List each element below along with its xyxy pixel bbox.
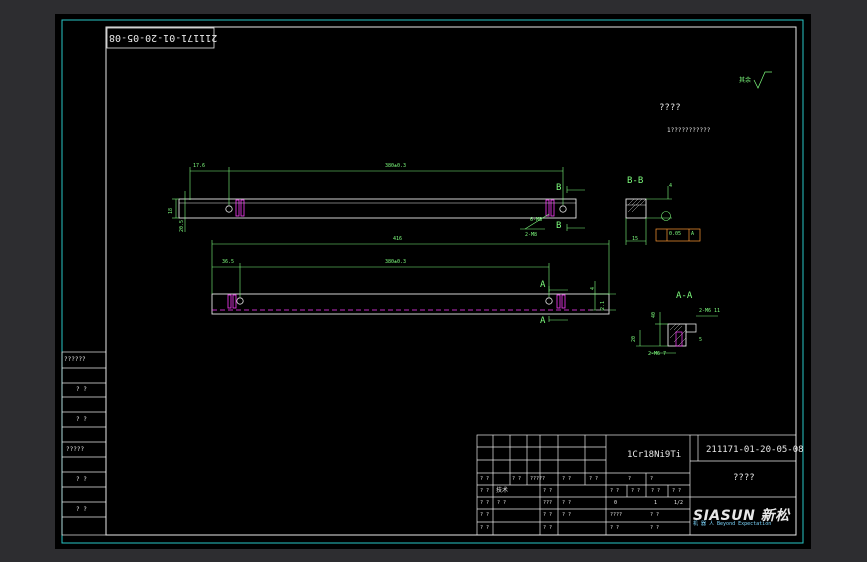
dim-height-1: 18 (168, 207, 174, 214)
tb-r1-c6: ? (628, 476, 632, 482)
roughness-label: 其余 (739, 77, 752, 84)
aa-dim-1: 2-M6 11 (699, 308, 721, 314)
dim-overall: 416 (393, 236, 403, 242)
tb-r1-c3: ????? (530, 476, 546, 482)
note-2: 1??????????? (667, 127, 711, 134)
tb-r3-c2: ? ? (497, 500, 507, 506)
tb-r1-c1: ? ? (480, 476, 490, 482)
aa-dim-4: 20 (631, 335, 637, 342)
section-aa-title: A-A (676, 291, 693, 301)
dim-top-length: 380±0.3 (385, 163, 407, 169)
tb-r1-c7: ? (650, 476, 654, 482)
tb-r4-c3: ? ? (562, 512, 572, 518)
tb-r5-c4: ? ? (650, 525, 660, 531)
tb-r5-c1: ? ? (480, 525, 490, 531)
tb-r4-c5: ? ? (650, 512, 660, 518)
aa-dim-5: 5 (699, 337, 703, 343)
dim-hole-2: 6-M8 (530, 217, 543, 223)
bb-dim-1: 4 (669, 183, 673, 189)
company-subtitle: 机 器 人 Beyond Expectation (693, 521, 772, 527)
tb-r1-c2: ? ? (512, 476, 522, 482)
left-col-4: ????? (66, 446, 85, 453)
section-a-bottom: A (540, 316, 546, 326)
part-name: ???? (733, 473, 755, 483)
material-text: 1Cr18Ni9Ti (627, 450, 682, 460)
tb-r1-c4: ? ? (562, 476, 572, 482)
section-b-bottom: B (556, 221, 562, 231)
section-b-top: B (556, 183, 562, 193)
aa-dim-3: 40 (651, 311, 657, 318)
tb-r3-c6: 1 (654, 500, 658, 506)
drawing-number: 211171-01-20-05-08 (706, 445, 804, 455)
aa-dim-2: 2-M6 7 (648, 351, 667, 357)
tb-r2-c6: ? ? (672, 488, 682, 494)
left-col-3: ? ? (76, 416, 87, 423)
tech-req-label: 技术 (496, 487, 509, 494)
tb-r4-c4: ???? (610, 512, 623, 518)
tb-r3-c4: ? ? (562, 500, 572, 506)
tb-r5-c2: ? ? (543, 525, 553, 531)
dim-left-bottom: 36.5 (222, 259, 235, 265)
bb-dim-2: 15 (632, 236, 639, 242)
dim-left-top: 17.6 (193, 163, 206, 169)
dim-right-bottom: 2.1 (600, 300, 606, 310)
tb-r4-c1: ? ? (480, 512, 490, 518)
tb-r3-c5: 0 (614, 500, 618, 506)
flipped-drawing-number: 211171-01-20-05-08 (109, 32, 218, 43)
tb-r3-c7: 1/2 (674, 500, 684, 506)
bb-datum: A (691, 231, 695, 237)
dim-height-2: 20.5 (179, 219, 185, 232)
tb-r2-c2: ? ? (543, 488, 553, 494)
tb-r4-c2: ? ? (543, 512, 553, 518)
tb-r5-c3: ? ? (610, 525, 620, 531)
tb-r3-c1: ? ? (480, 500, 490, 506)
left-col-1: ?????? (64, 356, 86, 363)
section-a-top: A (540, 280, 546, 290)
dim-right-small: 4 (590, 286, 596, 290)
left-col-2: ? ? (76, 386, 87, 393)
section-bb-title: B-B (627, 176, 644, 186)
tb-r2-c3: ? ? (610, 488, 620, 494)
tb-r1-c5: ? ? (589, 476, 599, 482)
tb-r2-c1: ? ? (480, 488, 490, 494)
tb-r2-c5: ? ? (651, 488, 661, 494)
tb-r2-c4: ? ? (631, 488, 641, 494)
dim-hole-1: 2-M8 (525, 232, 538, 238)
note-1: ???? (659, 103, 681, 113)
tb-r3-c3: ??? (543, 500, 553, 506)
drawing-sheet (55, 14, 811, 549)
left-col-5: ? ? (76, 476, 87, 483)
dim-bottom-length: 380±0.3 (385, 259, 407, 265)
bb-dim-tol: 0.05 (669, 231, 682, 237)
left-col-6: ? ? (76, 506, 87, 513)
